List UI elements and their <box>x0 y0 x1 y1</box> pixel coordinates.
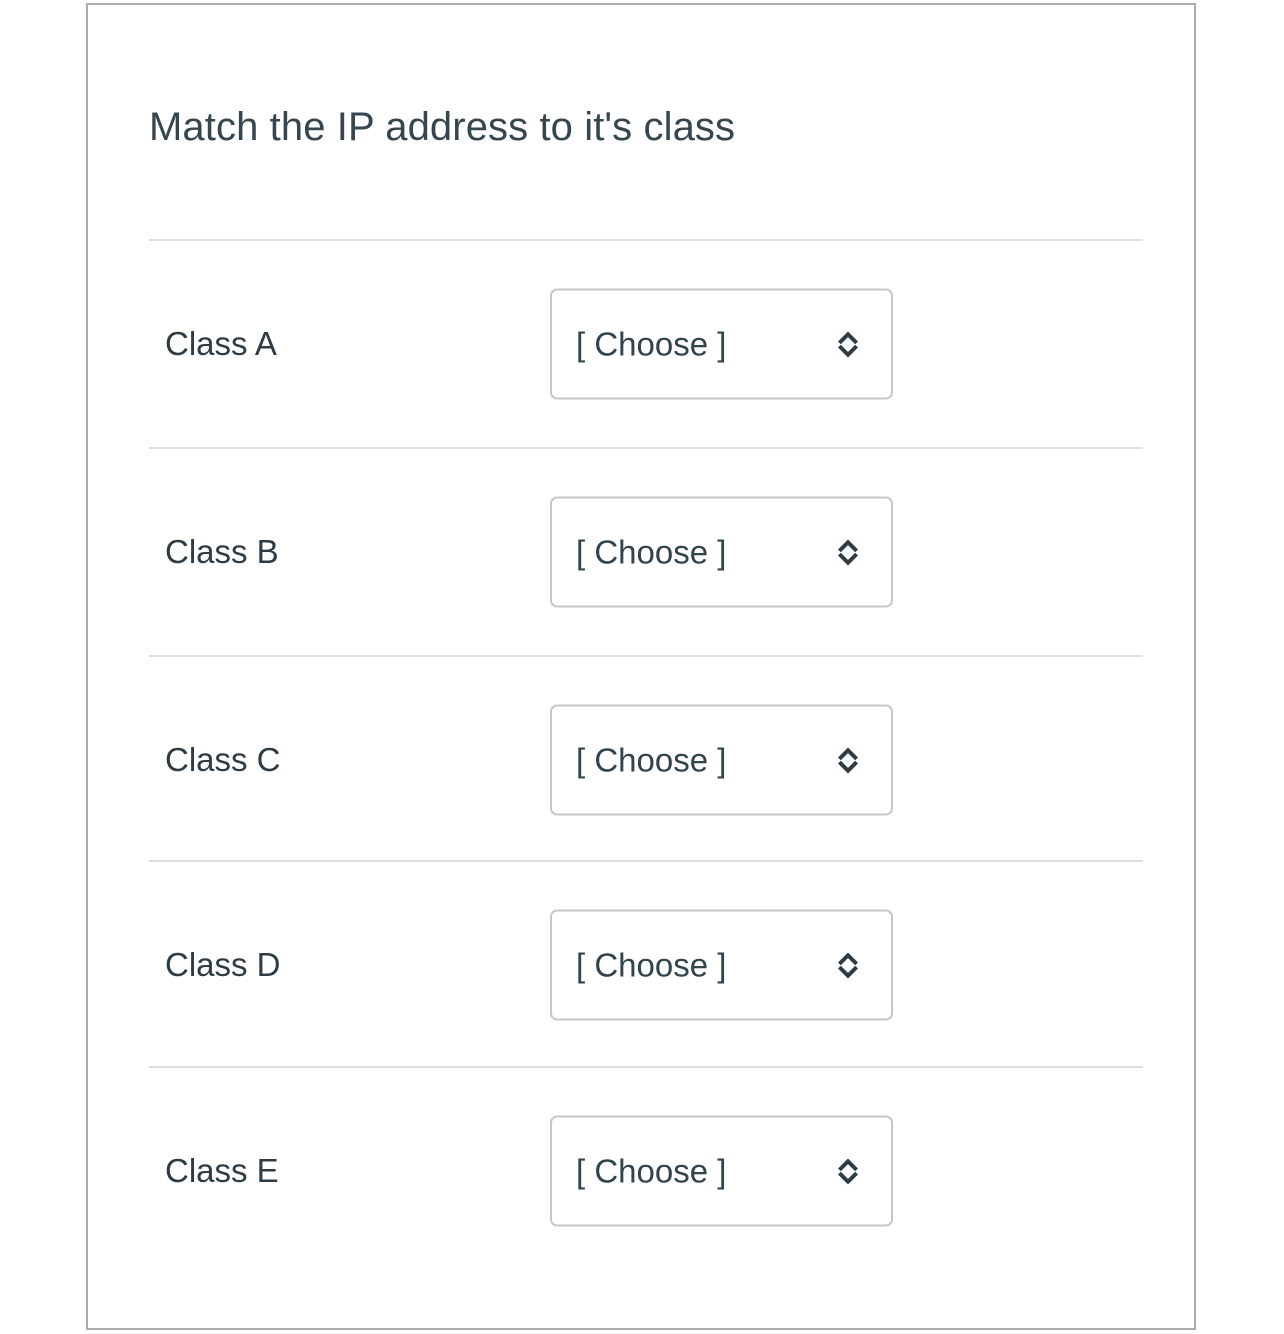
chevron-up-down-icon <box>835 327 861 361</box>
select-value-class-d: [ Choose ] <box>576 946 727 984</box>
row-label-class-a: Class A <box>165 325 277 363</box>
select-value-class-b: [ Choose ] <box>576 533 727 571</box>
select-wrapper-class-b: [ Choose ] <box>550 496 893 608</box>
select-class-b[interactable]: [ Choose ] <box>550 496 893 608</box>
select-value-class-a: [ Choose ] <box>576 325 727 363</box>
chevron-up-down-icon <box>835 535 861 569</box>
select-class-e[interactable]: [ Choose ] <box>550 1115 893 1227</box>
select-wrapper-class-e: [ Choose ] <box>550 1115 893 1227</box>
answer-row: Class E [ Choose ] <box>147 1068 1147 1274</box>
select-class-d[interactable]: [ Choose ] <box>550 909 893 1021</box>
screen: Match the IP address to it's class Class… <box>0 0 1284 1334</box>
row-label-class-b: Class B <box>165 533 279 571</box>
row-label-class-c: Class C <box>165 741 281 779</box>
row-label-class-e: Class E <box>165 1152 279 1190</box>
question-card-inner: Match the IP address to it's class Class… <box>147 5 1194 1328</box>
page-title: Match the IP address to it's class <box>149 105 736 149</box>
chevron-up-down-icon <box>835 743 861 777</box>
chevron-up-down-icon <box>835 948 861 982</box>
select-class-a[interactable]: [ Choose ] <box>550 288 893 400</box>
select-wrapper-class-d: [ Choose ] <box>550 909 893 1021</box>
chevron-up-down-icon <box>835 1154 861 1188</box>
row-label-class-d: Class D <box>165 946 281 984</box>
select-value-class-e: [ Choose ] <box>576 1152 727 1190</box>
question-card: Match the IP address to it's class Class… <box>86 3 1196 1330</box>
select-wrapper-class-c: [ Choose ] <box>550 704 893 816</box>
select-value-class-c: [ Choose ] <box>576 741 727 779</box>
answer-row: Class C [ Choose ] <box>147 657 1147 863</box>
answer-row: Class A [ Choose ] <box>147 241 1147 447</box>
select-class-c[interactable]: [ Choose ] <box>550 704 893 816</box>
answer-row: Class B [ Choose ] <box>147 449 1147 655</box>
select-wrapper-class-a: [ Choose ] <box>550 288 893 400</box>
answer-row: Class D [ Choose ] <box>147 862 1147 1068</box>
